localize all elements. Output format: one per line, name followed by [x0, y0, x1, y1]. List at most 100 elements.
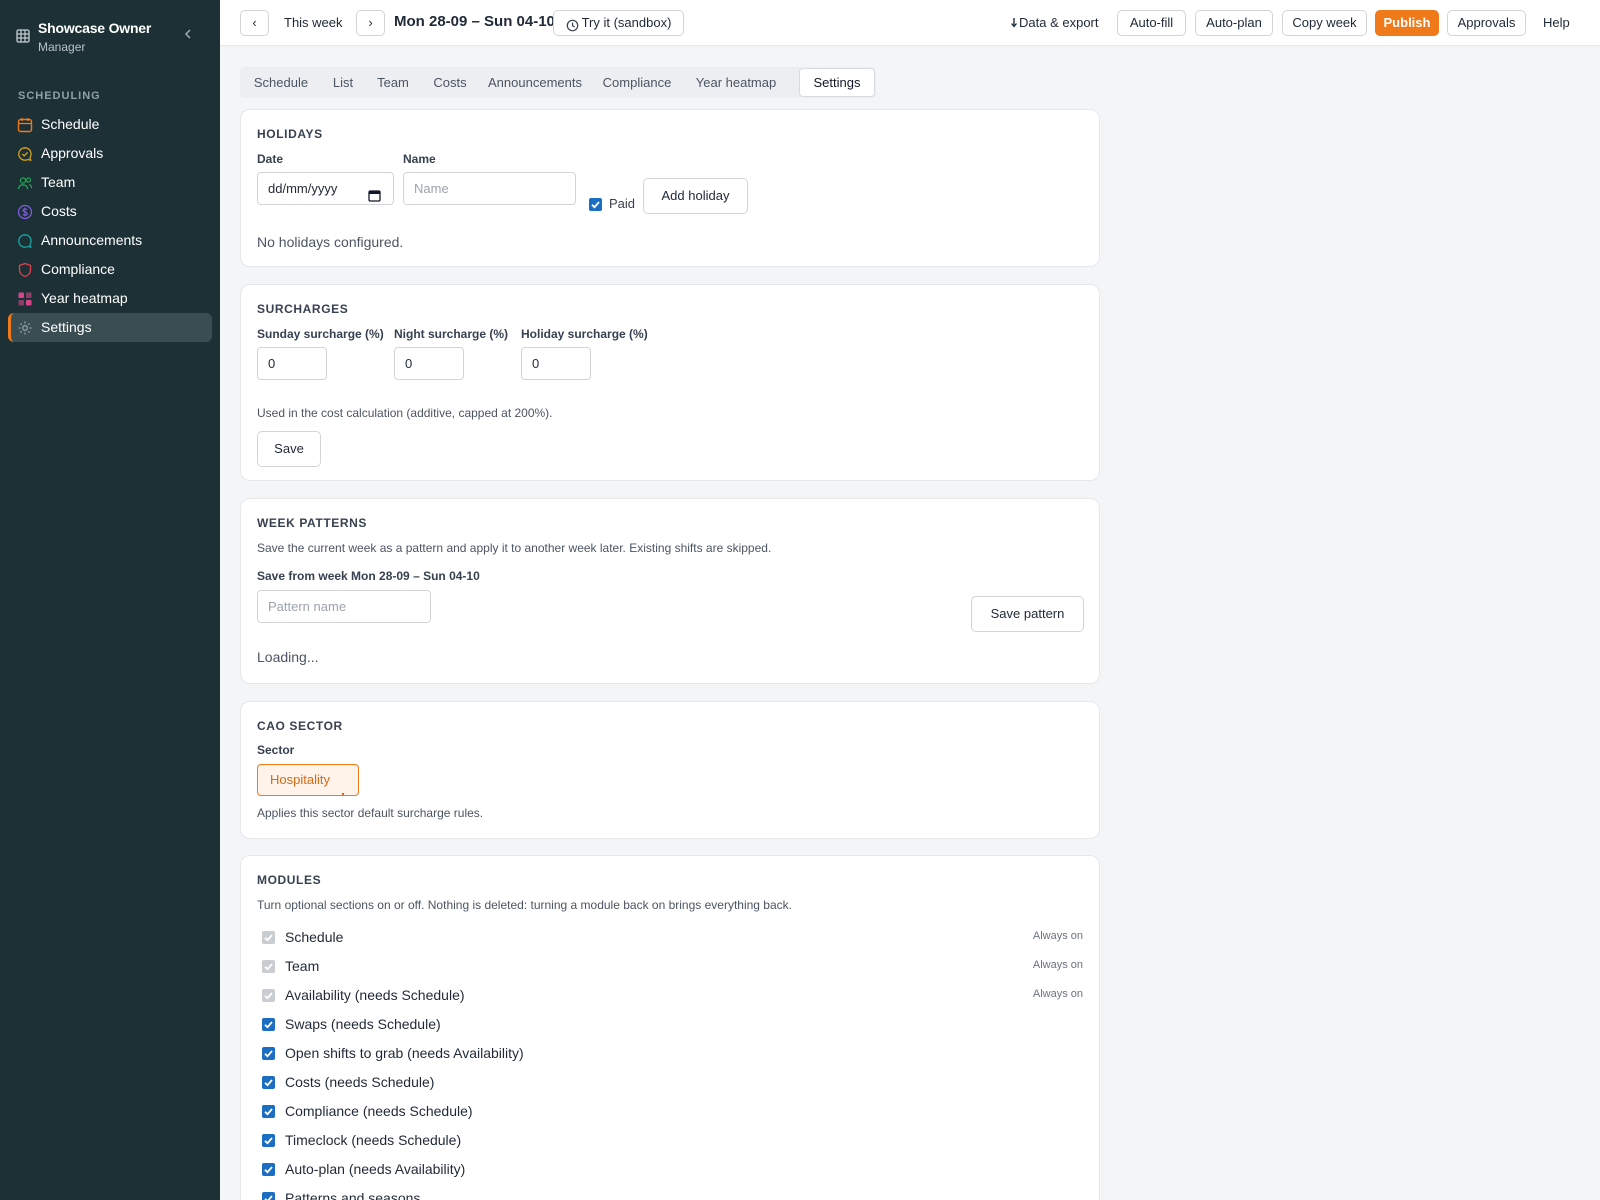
sidebar-item-label: Team	[41, 174, 76, 190]
heatmap-icon	[17, 291, 33, 307]
clock-icon	[566, 16, 579, 32]
calendar-icon	[17, 117, 33, 133]
always-on-label: Always on	[1032, 930, 1083, 942]
paid-checkbox[interactable]	[589, 198, 602, 211]
sidebar-item-schedule[interactable]: Schedule	[8, 110, 212, 139]
module-checkbox[interactable]	[262, 1018, 275, 1031]
sidebar-item-label: Compliance	[41, 261, 115, 277]
approvals-button[interactable]: Approvals	[1447, 10, 1526, 36]
account-header[interactable]: Showcase Owner Manager	[14, 18, 206, 58]
save-surcharges-button[interactable]: Save	[257, 431, 321, 467]
surcharges-note: Used in the cost calculation (additive, …	[257, 406, 553, 420]
publish-button[interactable]: Publish	[1375, 10, 1439, 36]
gear-icon	[17, 320, 33, 336]
module-label: Auto-plan (needs Availability)	[285, 1161, 466, 1177]
sunday-surcharge-input[interactable]: 0	[257, 347, 327, 380]
tab-team[interactable]: Team	[366, 71, 420, 95]
help-link[interactable]: Help	[1543, 15, 1570, 30]
tab-costs[interactable]: Costs	[422, 71, 478, 95]
sidebar-item-label: Approvals	[41, 145, 104, 161]
module-checkbox	[262, 931, 275, 944]
collapse-sidebar-icon[interactable]	[180, 26, 196, 42]
holiday-name-input[interactable]: Name	[403, 172, 576, 205]
sandbox-button[interactable]: Try it (sandbox)	[553, 10, 684, 36]
week-range: Mon 28-09 – Sun 04-10	[394, 13, 555, 30]
module-checkbox[interactable]	[262, 1076, 275, 1089]
building-icon	[16, 29, 30, 43]
week-patterns-card: WEEK PATTERNS Save the current week as a…	[240, 498, 1100, 684]
previous-week-button[interactable]: ‹	[240, 10, 269, 36]
modules-card: MODULES Turn optional sections on or off…	[240, 855, 1100, 1200]
module-label: Team	[285, 958, 320, 974]
calendar-picker-icon[interactable]	[368, 182, 381, 202]
owner-name: Showcase Owner	[38, 20, 152, 36]
sidebar-item-label: Announcements	[41, 232, 143, 248]
autoplan-button[interactable]: Auto-plan	[1195, 10, 1273, 36]
surcharges-card: SURCHARGES Sunday surcharge (%) 0 Night …	[240, 284, 1100, 481]
data-export-button[interactable]: Data & export	[1009, 10, 1109, 36]
module-checkbox	[262, 989, 275, 1002]
module-checkbox[interactable]	[262, 1134, 275, 1147]
chat-check-icon	[17, 146, 33, 162]
tab-bar: Schedule List Team Costs Announcements C…	[240, 67, 876, 98]
date-field[interactable]: dd/mm/yyyy	[257, 172, 394, 205]
tab-compliance[interactable]: Compliance	[592, 71, 682, 95]
tab-announcements[interactable]: Announcements	[480, 71, 590, 95]
sidebar-item-settings[interactable]: Settings	[8, 313, 212, 342]
next-week-button[interactable]: ›	[356, 10, 385, 36]
users-icon	[17, 175, 33, 191]
message-icon	[17, 233, 33, 249]
copy-week-button[interactable]: Copy week	[1282, 10, 1367, 36]
sidebar-item-label: Settings	[41, 319, 92, 335]
module-label: Timeclock (needs Schedule)	[285, 1132, 462, 1148]
module-label: Compliance (needs Schedule)	[285, 1103, 473, 1119]
module-label: Open shifts to grab (needs Availability)	[285, 1045, 524, 1061]
sidebar-item-label: Costs	[41, 203, 77, 219]
paid-label: Paid	[609, 196, 636, 211]
tab-list[interactable]: List	[322, 71, 364, 95]
module-checkbox[interactable]	[262, 1105, 275, 1118]
module-label: Patterns and seasons	[285, 1190, 421, 1200]
night-surcharge-label: Night surcharge (%)	[394, 327, 509, 341]
module-checkbox[interactable]	[262, 1192, 275, 1200]
pattern-name-input[interactable]: Pattern name	[257, 590, 431, 623]
module-checkbox[interactable]	[262, 1163, 275, 1176]
module-checkbox[interactable]	[262, 1047, 275, 1060]
night-surcharge-input[interactable]: 0	[394, 347, 464, 380]
add-holiday-button[interactable]: Add holiday	[643, 178, 748, 214]
sidebar-item-announcements[interactable]: Announcements	[8, 226, 212, 255]
sidebar-item-label: Schedule	[41, 116, 100, 132]
sidebar-item-year-heatmap[interactable]: Year heatmap	[8, 284, 212, 313]
sidebar-item-costs[interactable]: Costs	[8, 197, 212, 226]
sidebar-item-label: Year heatmap	[41, 290, 128, 306]
holidays-empty-message: No holidays configured.	[257, 234, 404, 250]
sidebar-item-team[interactable]: Team	[8, 168, 212, 197]
tab-settings[interactable]: Settings	[799, 68, 875, 97]
patterns-loading-status: Loading...	[257, 649, 319, 665]
tab-year-heatmap[interactable]: Year heatmap	[684, 71, 788, 95]
cao-sector-note: Applies this sector default surcharge ru…	[257, 806, 484, 820]
module-checkbox	[262, 960, 275, 973]
download-icon	[1009, 17, 1019, 30]
always-on-label: Always on	[1032, 988, 1083, 1000]
modules-title: MODULES	[257, 873, 322, 887]
sandbox-label: Try it (sandbox)	[581, 15, 672, 30]
week-patterns-title: WEEK PATTERNS	[257, 516, 368, 530]
cao-sector-title: CAO SECTOR	[257, 719, 343, 733]
data-export-label: Data & export	[1019, 15, 1099, 30]
module-label: Swaps (needs Schedule)	[285, 1016, 441, 1032]
sidebar: Showcase Owner Manager SCHEDULING Schedu…	[0, 0, 220, 1200]
date-field-value: dd/mm/yyyy	[268, 181, 338, 196]
save-pattern-button[interactable]: Save pattern	[971, 596, 1084, 632]
sidebar-item-approvals[interactable]: Approvals	[8, 139, 212, 168]
shield-icon	[17, 262, 33, 278]
module-label: Availability (needs Schedule)	[285, 987, 465, 1003]
holiday-surcharge-input[interactable]: 0	[521, 347, 591, 380]
autofill-button[interactable]: Auto-fill	[1117, 10, 1186, 36]
topbar: ‹ This week › Mon 28-09 – Sun 04-10 Try …	[220, 0, 1600, 46]
sidebar-item-compliance[interactable]: Compliance	[8, 255, 212, 284]
sector-select[interactable]: Hospitality	[257, 764, 359, 796]
date-label: Date	[257, 152, 284, 166]
tab-schedule[interactable]: Schedule	[242, 71, 320, 95]
this-week-link[interactable]: This week	[284, 15, 343, 30]
